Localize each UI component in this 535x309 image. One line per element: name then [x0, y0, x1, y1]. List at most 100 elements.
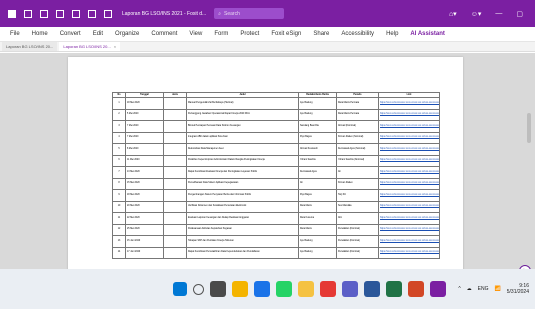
cell-redaksi: Ali	[298, 177, 337, 190]
vertical-scrollbar[interactable]	[527, 113, 531, 143]
cell-link[interactable]: https://xxxx.xx/xxxxxxxxx xxxx.xxxxx.xxx…	[378, 223, 440, 236]
cell-link[interactable]: https://xxxx.xx/xxxxxxxxx xxxx.xxxxx.xxx…	[378, 177, 440, 190]
cell-redaksi: Ayu Badung	[298, 235, 337, 248]
document-tabs: Laporan BG LSO/INS 20... Laporan BG LSO/…	[0, 42, 535, 52]
cell-redaksi: Pujo Bagus	[298, 131, 337, 144]
customize-icon[interactable]	[104, 9, 112, 18]
cell-penulis: Perwakilan (Nominal)	[336, 235, 379, 248]
task-view-icon[interactable]	[210, 281, 226, 297]
search-icon[interactable]	[193, 283, 204, 295]
table-row: 12 25 Mei 2020 Pelaksanaan Aktivitas Kepat…	[112, 223, 440, 236]
menu-comment[interactable]: Comment	[151, 31, 177, 37]
chrome-icon[interactable]	[232, 281, 248, 297]
cell-penulis: Ahn	[336, 212, 379, 225]
cell-link[interactable]: https://xxxx.xx/xxxxxxxxx xxxx.xxxxx.xxx…	[378, 97, 440, 110]
cell-judul: Manual Pengendali Zat Berbahaya (Hazmat)	[186, 97, 299, 110]
cell-link[interactable]: https://xxxx.xx/xxxxxxxxx xxxx.xxxxx.xxx…	[378, 246, 440, 259]
home-icon[interactable]: ⌂▾	[449, 10, 457, 18]
cell-no: 12	[112, 223, 126, 236]
cell-link[interactable]: https://xxxx.xx/xxxxxxxxx xxxx.xxxxx.xxx…	[378, 154, 440, 167]
cell-no: 3	[112, 120, 126, 133]
cell-link[interactable]: https://xxxx.xx/xxxxxxxxx xxxx.xxxxx.xxx…	[378, 120, 440, 133]
print-icon[interactable]	[56, 9, 64, 18]
cell-link[interactable]: https://xxxx.xx/xxxxxxxxx xxxx.xxxxx.xxx…	[378, 131, 440, 144]
report-table: No Tanggal Jenis Judul Redaksi/Jenis Ber…	[112, 92, 440, 259]
teams-icon[interactable]	[342, 281, 358, 297]
cell-link[interactable]: https://xxxx.xx/xxxxxxxxx xxxx.xxxxx.xxx…	[378, 166, 440, 179]
maximize-button[interactable]: ▢	[516, 10, 523, 18]
foxit-logo-icon	[8, 9, 16, 18]
search-box[interactable]: ⌕ Search	[214, 8, 285, 19]
app-purple-icon[interactable]	[430, 281, 446, 297]
cell-link[interactable]: https://xxxx.xx/xxxxxxxxx xxxx.xxxxx.xxx…	[378, 189, 440, 202]
menu-ai-assistant[interactable]: AI Assistant	[410, 31, 444, 37]
table-row: 8 15 Mei 2020 Pemeliharaan Data Sistem Apl…	[112, 177, 440, 190]
cell-jenis	[163, 189, 187, 202]
cell-jenis	[163, 235, 187, 248]
foxit-icon[interactable]	[320, 281, 336, 297]
cell-judul: Rekonsiliasi Data Manajemen Aset	[186, 143, 299, 156]
edge-icon[interactable]	[254, 281, 270, 297]
cell-link[interactable]: https://xxxx.xx/xxxxxxxxx xxxx.xxxxx.xxx…	[378, 235, 440, 248]
language-indicator[interactable]: ENG	[478, 286, 489, 292]
table-row: 37 Mei 2020 Bimtek Persiapan Persuasi Dat…	[112, 120, 440, 133]
redo-icon[interactable]	[88, 9, 96, 18]
menu-protect[interactable]: Protect	[240, 31, 259, 37]
minimize-button[interactable]: —	[495, 10, 502, 17]
cell-tanggal: 20 Mei 2020	[125, 200, 164, 213]
cell-redaksi: Rara Manis	[298, 200, 337, 213]
cell-link[interactable]: https://xxxx.xx/xxxxxxxxx xxxx.xxxxx.xxx…	[378, 143, 440, 156]
cell-jenis	[163, 97, 187, 110]
network-icon[interactable]: 📶	[495, 286, 501, 292]
tray-overflow-icon[interactable]: ^	[458, 286, 460, 292]
menu-organize[interactable]: Organize	[115, 31, 139, 37]
menu-share[interactable]: Share	[313, 31, 329, 37]
menu-edit[interactable]: Edit	[93, 31, 103, 37]
taskbar-apps	[173, 269, 446, 309]
onedrive-icon[interactable]: ☁	[467, 286, 472, 292]
menu-foxit-esign[interactable]: Foxit eSign	[271, 31, 301, 37]
menu-home[interactable]: Home	[32, 31, 48, 37]
powerpoint-icon[interactable]	[408, 281, 424, 297]
cell-no: 7	[112, 166, 126, 179]
window-controls: ⌂▾ ☺▾ — ▢	[449, 10, 535, 18]
cell-judul: Bimtek Persiapan Persuasi Data Sinkron K…	[186, 120, 299, 133]
cell-penulis: Ali	[336, 166, 379, 179]
cell-link[interactable]: https://xxxx.xx/xxxxxxxxx xxxx.xxxxx.xxx…	[378, 200, 440, 213]
cell-redaksi: Ayu Badung	[298, 97, 337, 110]
close-tab-icon[interactable]: ×	[114, 44, 116, 49]
tab-document-2[interactable]: Laporan BG LSO/INS 20... ×	[59, 42, 121, 51]
menu-form[interactable]: Form	[214, 31, 228, 37]
menu-view[interactable]: View	[189, 31, 202, 37]
whatsapp-icon[interactable]	[276, 281, 292, 297]
cell-redaksi: Rara Manis	[298, 223, 337, 236]
windows-start-icon[interactable]	[173, 282, 187, 296]
cell-penulis: Rara Manis Permata	[336, 97, 379, 110]
clock[interactable]: 9:16 5/31/2024	[507, 283, 529, 295]
cell-jenis	[163, 200, 187, 213]
word-icon[interactable]	[364, 281, 380, 297]
cell-judul: Rapat Koordinasi Pemutakhiran Data Kepen…	[186, 246, 299, 259]
cell-no: 4	[112, 131, 126, 144]
cell-redaksi: Ayu Badung	[298, 108, 337, 121]
cell-tanggal: 18 Mei 2020	[125, 97, 164, 110]
save-icon[interactable]	[40, 9, 48, 18]
document-viewport[interactable]: No Tanggal Jenis Judul Redaksi/Jenis Ber…	[0, 53, 535, 269]
cell-link[interactable]: https://xxxx.xx/xxxxxxxxx xxxx.xxxxx.xxx…	[378, 212, 440, 225]
excel-icon[interactable]	[386, 281, 402, 297]
menu-file[interactable]: File	[10, 31, 20, 37]
cell-tanggal: 11 Mei 2020	[125, 154, 164, 167]
menu-help[interactable]: Help	[386, 31, 398, 37]
cell-redaksi: Dermawati Agus	[298, 166, 337, 179]
menu-accessibility[interactable]: Accessibility	[341, 31, 374, 37]
open-icon[interactable]	[24, 9, 32, 18]
menu-convert[interactable]: Convert	[60, 31, 81, 37]
undo-icon[interactable]	[72, 9, 80, 18]
cell-link[interactable]: https://xxxx.xx/xxxxxxxxx xxxx.xxxxx.xxx…	[378, 108, 440, 121]
file-explorer-icon[interactable]	[298, 281, 314, 297]
cell-judul: Pelatihan Kepemimpinan Administrator Dal…	[186, 154, 299, 167]
account-icon[interactable]: ☺▾	[471, 10, 482, 18]
cell-redaksi: Yohani Sandria	[298, 154, 337, 167]
tab-document-1[interactable]: Laporan BG LSO/INS 20...	[2, 42, 58, 51]
windows-taskbar: ^ ☁ ENG 📶 9:16 5/31/2024	[0, 269, 535, 309]
